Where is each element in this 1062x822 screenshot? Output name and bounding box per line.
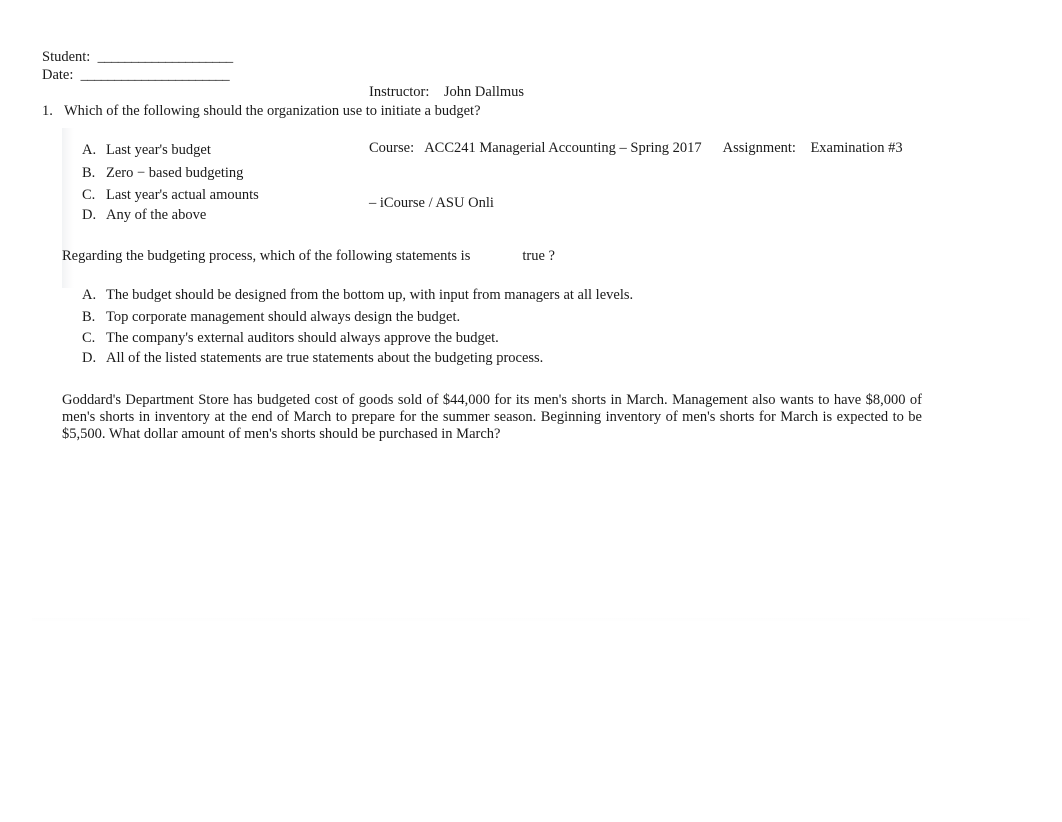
question-1-stem-row: 1. Which of the following should the org… — [42, 102, 542, 120]
assignment-label: Assignment: — [722, 139, 796, 156]
option-c[interactable]: C. Last year's actual amounts — [82, 186, 482, 204]
option-d-letter: D. — [82, 207, 97, 223]
option-c-text: The company's external auditors should a… — [106, 330, 499, 346]
question-2-stem-part2: true ? — [522, 248, 555, 264]
date-label: Date: — [42, 67, 74, 83]
option-d-text: Any of the above — [106, 207, 207, 223]
option-d[interactable]: D. All of the listed statements are true… — [82, 349, 682, 367]
question-2-stem-row: Regarding the budgeting process, which o… — [62, 247, 682, 265]
option-a[interactable]: A. The budget should be designed from th… — [82, 286, 682, 304]
instructor-label: Instructor: — [369, 84, 430, 100]
option-c-letter: C. — [82, 330, 96, 346]
option-c-letter: C. — [82, 187, 96, 203]
option-a-text: Last year's budget — [106, 142, 211, 158]
question-3-paragraph: Goddard's Department Store has budgeted … — [62, 392, 922, 442]
option-d[interactable]: D. Any of the above — [82, 206, 482, 224]
date-blank-line[interactable]: ______________________ — [81, 67, 230, 83]
option-d-text: All of the listed statements are true st… — [106, 350, 544, 366]
instructor-row: Instructor: John Dallmus — [369, 83, 903, 102]
assignment-name: Examination #3 — [810, 139, 903, 156]
option-a-letter: A. — [82, 142, 97, 158]
option-d-letter: D. — [82, 350, 97, 366]
option-a[interactable]: A. Last year's budget — [82, 141, 482, 159]
option-b-text: Top corporate management should always d… — [106, 308, 461, 325]
question-1-number: 1. — [42, 103, 53, 119]
instructor-name: John Dallmus — [443, 84, 525, 100]
option-b-letter: B. — [82, 164, 96, 181]
option-a-letter: A. — [82, 287, 97, 303]
exam-page: Student: ____________________ Date: ____… — [32, 30, 1030, 618]
option-b[interactable]: B. Zero − based budgeting — [82, 164, 482, 182]
student-blank-line[interactable]: ____________________ — [98, 49, 234, 65]
option-c[interactable]: C. The company's external auditors shoul… — [82, 329, 682, 347]
student-info-block: Student: ____________________ Date: ____… — [42, 48, 233, 84]
student-label: Student: — [42, 49, 91, 65]
student-row: Student: ____________________ — [42, 48, 233, 66]
date-row: Date: ______________________ — [42, 66, 233, 84]
option-b-text: Zero − based budgeting — [106, 164, 244, 181]
option-c-text: Last year's actual amounts — [106, 187, 259, 203]
question-2-stem-part1: Regarding the budgeting process, which o… — [62, 248, 471, 264]
option-b-letter: B. — [82, 308, 96, 325]
question-1-stem: Which of the following should the organi… — [64, 103, 481, 119]
question-2-options: A. The budget should be designed from th… — [82, 286, 682, 367]
option-a-text: The budget should be designed from the b… — [106, 287, 634, 303]
question-1-options: A. Last year's budget B. Zero − based bu… — [82, 141, 482, 224]
option-b[interactable]: B. Top corporate management should alway… — [82, 308, 682, 326]
